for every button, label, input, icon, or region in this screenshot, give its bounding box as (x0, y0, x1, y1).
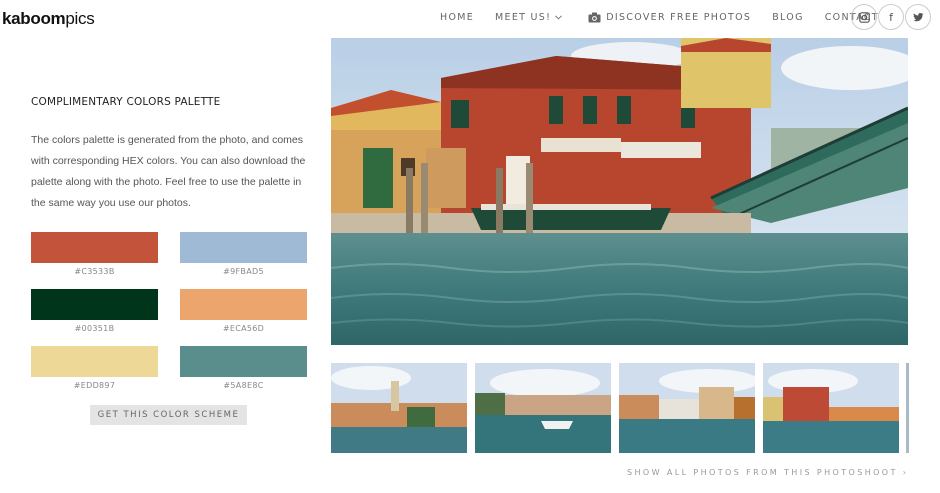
site-header: kaboompics HOME MEET US! DISCOVER FREE P… (0, 0, 940, 36)
facebook-button[interactable]: f (878, 4, 904, 30)
color-hex-label: #9FBAD5 (223, 267, 264, 276)
color-hex-label: #ECA56D (222, 324, 265, 333)
social-links: f (851, 4, 932, 30)
instagram-icon (858, 11, 870, 23)
color-hex-label: #5A8E8C (223, 381, 264, 390)
nav-item-home[interactable]: HOME (440, 12, 474, 23)
color-swatch (31, 232, 158, 263)
gallery-thumbnail[interactable] (475, 363, 611, 453)
nav-item-meet-us[interactable]: MEET US! (495, 12, 567, 23)
nav-item-blog[interactable]: BLOG (772, 12, 804, 23)
color-swatch (180, 232, 307, 263)
color-swatch (31, 346, 158, 377)
gallery-thumbnail[interactable] (906, 363, 909, 453)
camera-icon (588, 12, 601, 23)
gallery-thumbnail[interactable] (331, 363, 467, 453)
show-all-photos-link[interactable]: SHOW ALL PHOTOS FROM THIS PHOTOSHOOT › (627, 468, 908, 477)
instagram-button[interactable] (851, 4, 877, 30)
chevron-down-icon (555, 15, 563, 20)
palette-title: COMPLIMENTARY COLORS PALETTE (31, 96, 221, 108)
main-nav: HOME MEET US! DISCOVER FREE PHOTOS BLOG … (440, 12, 900, 23)
color-swatch (31, 289, 158, 320)
color-swatch (180, 346, 307, 377)
twitter-button[interactable] (905, 4, 931, 30)
color-hex-label: #EDD897 (73, 381, 116, 390)
color-hex-label: #C3533B (74, 267, 115, 276)
main-photo (331, 38, 908, 345)
gallery-thumbnail[interactable] (619, 363, 755, 453)
site-logo[interactable]: kaboompics (2, 9, 95, 29)
twitter-icon (912, 12, 923, 21)
gallery-thumbnail[interactable] (763, 363, 899, 453)
color-swatch (180, 289, 307, 320)
nav-item-discover-free-photos[interactable]: DISCOVER FREE PHOTOS (588, 12, 751, 23)
color-hex-label: #00351B (74, 324, 115, 333)
palette-description: The colors palette is generated from the… (31, 134, 306, 209)
get-color-scheme-button[interactable]: GET THIS COLOR SCHEME (90, 405, 247, 425)
facebook-icon: f (889, 10, 893, 24)
